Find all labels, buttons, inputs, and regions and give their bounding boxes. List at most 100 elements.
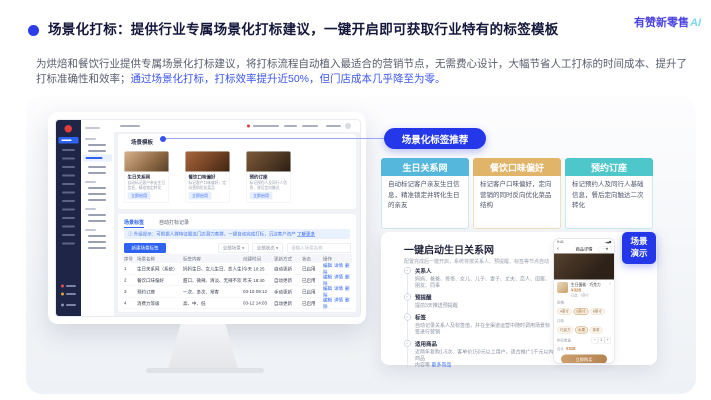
sidebar-item[interactable] [62,243,75,245]
table-cell: 高、中、低 [183,300,243,307]
row-action-link[interactable]: 编辑 [323,298,332,303]
submenu-item[interactable] [88,247,106,249]
row-action-link[interactable]: 编辑 [323,275,332,280]
title-bullet-icon [28,25,39,36]
sidebar-item[interactable] [62,149,75,151]
enable-button[interactable]: 立即启用 [189,192,212,200]
table-cell: 甜口、微辣、清淡、无辣不欢 [183,277,243,284]
more-products-link[interactable]: 更多商品 [431,363,451,369]
submenu-item[interactable] [88,166,106,168]
sidebar-item[interactable] [62,226,75,228]
submenu-item[interactable] [88,220,106,222]
sidebar-item[interactable] [62,234,75,236]
status-filter-select[interactable]: 全部状态 ▾ [252,243,283,253]
table-cell: 自动更新 [274,265,302,272]
template-card-birthday[interactable]: 生日关系网 自动标记客户亲友生日信息，精准锁定转化 立即启用 [124,151,169,203]
dashboard-screenshot: 场景模板 生日关系网 自动标记客户亲友生日信息，精准锁定转化 立即启用 餐饮口味… [55,119,361,317]
sidebar-bottom-item[interactable] [66,293,76,295]
sidebar-item[interactable] [62,200,75,202]
sidebar-bottom-item[interactable] [66,285,76,287]
submenu-item[interactable] [88,199,106,201]
sidebar-active-item[interactable] [59,137,79,144]
scene-filter-select[interactable]: 全部场景 ▾ [218,243,249,253]
template-card-booking[interactable]: 预约订座 标记预约人及同行人信息，餐后定向触达 立即启用 [246,151,291,203]
table-cell: 消费力等级 [137,300,183,307]
topbar-item[interactable] [253,125,279,127]
brand-logo-text: 有赞新零售 [634,17,689,29]
submenu-item[interactable] [88,214,106,216]
caret-down-icon: ▾ [242,246,244,251]
sidebar-item[interactable] [62,166,75,168]
product-hero-image [554,254,614,280]
search-input[interactable]: 请输入场景名称 [287,243,351,253]
topbar-item[interactable] [284,125,297,127]
brand-logo-ai: AI [690,17,701,29]
table-cell: 昨天 18:40 [243,277,274,284]
quantity-label: 购买数量 [557,338,571,343]
banner-link[interactable]: 了解更多 [297,232,315,237]
table-row[interactable]: 1生日关系网（系统）妈妈生日、女儿生日、恋人生日今天 10:25自动更新已启用编… [122,263,352,275]
intro-paragraph: 为烘焙和餐饮行业提供专属场景化打标建议，将打标流程自动植入最适合的营销节点，无需… [36,57,696,87]
plus-button[interactable]: + [605,337,612,344]
demo-step: ✓ 标签 自动记录关系人及标签值，并在全渠道运营中随时调用场景标签进行营销 [404,314,554,336]
template-card-desc: 标记预约人及同行人信息，餐后定向触达 [250,181,288,191]
recommend-card-body: 标记客户口味偏好，定向营销的同时反向优化菜品结构 [473,176,561,229]
table-row[interactable]: 4消费力等级高、中、低03-12 14:03自动更新已启用编辑详情删除 [122,298,352,310]
sidebar-item[interactable] [62,175,75,177]
topbar-item[interactable] [302,125,318,127]
close-icon[interactable]: × [609,281,612,286]
sku-chip[interactable]: 6英寸 [573,308,588,315]
sidebar-item[interactable] [62,158,75,160]
topbar-item[interactable] [120,125,140,127]
submenu-item[interactable] [88,187,106,189]
table-cell: 2 [122,278,137,283]
buy-now-button[interactable]: 立即购买 [561,355,607,365]
step-desc: 提前3天推送预提醒 [415,303,554,310]
info-icon: ⓘ [128,232,133,237]
submenu-item[interactable] [88,241,106,243]
demo-content: 一键启动生日关系网 配置完成后一键开启，系统将按关系人、预提醒、标签等节点自动运… [381,232,657,365]
template-card-taste[interactable]: 餐饮口味偏好 标记客户口味偏好，定向营销优化菜品 立即启用 [185,151,230,203]
enable-button[interactable]: 立即启用 [250,192,273,200]
sku-chip[interactable]: 水果 [575,327,588,334]
row-action-link[interactable]: 详情 [334,263,343,268]
sidebar-item[interactable] [62,217,75,219]
submenu-item[interactable] [88,193,106,195]
table-header-cell: 序号 [122,255,137,262]
submenu-item[interactable] [88,172,106,174]
intro-highlight: 通过场景化打标，打标效率提升近50%，但门店成本几乎降至为零。 [131,73,446,85]
sku-chip[interactable]: 4英寸 [557,308,572,315]
row-action-link[interactable]: 详情 [334,298,343,303]
topbar-item[interactable] [326,125,341,127]
new-tag-button[interactable]: 新建场景标签 [124,243,166,253]
sidebar-item[interactable] [62,192,75,194]
table-row[interactable]: 3预约订座一次、多次、常客03-15 09:12手动更新已启用编辑详情删除 [122,286,352,298]
row-action-link[interactable]: 详情 [334,275,343,280]
sidebar-item[interactable] [62,209,75,211]
row-action-link[interactable]: 编辑 [323,286,332,291]
tab-scene-tags[interactable]: 场景标签 [124,218,144,228]
tab-auto-records[interactable]: 自动打标记录 [159,218,189,226]
row-action-link[interactable]: 编辑 [323,263,332,268]
step-desc: 自动记录关系人及标签值，并在全渠道运营中随时调用场景标签进行营销 [415,323,554,336]
sidebar-bottom-item[interactable] [66,304,76,306]
table-header-cell: 更新方式 [274,255,302,262]
table-row[interactable]: 2餐饮口味偏好甜口、微辣、清淡、无辣不欢昨天 18:40自动更新已启用编辑详情删… [122,275,352,287]
table-cell: 今天 10:25 [243,265,274,272]
recommend-card-header: 餐饮口味偏好 [473,158,561,176]
demo-step: ✓ 关系人 妈妈、爸爸、哥哥、女儿、儿子、妻子、丈夫、恋人、闺蜜、朋友、同事 [404,267,554,289]
sidebar-item[interactable] [62,183,75,185]
sku-chip[interactable]: 8英寸 [590,308,605,315]
table-cell: 预约订座 [137,288,183,295]
avatar[interactable] [345,123,351,129]
submenu-item[interactable] [88,150,106,152]
submenu-item[interactable] [88,235,106,237]
submenu-item[interactable] [88,144,106,146]
submenu-group-label [85,229,96,231]
enable-button[interactable]: 立即启用 [128,192,151,200]
sku-chip[interactable]: 抹茶 [590,327,603,334]
wechat-capsule-icon[interactable]: ⋯ ◉ [598,247,612,253]
quantity-stepper[interactable]: − 1 + [592,337,612,344]
row-action-link[interactable]: 详情 [334,286,343,291]
sku-chip[interactable]: 巧克力 [557,327,574,334]
